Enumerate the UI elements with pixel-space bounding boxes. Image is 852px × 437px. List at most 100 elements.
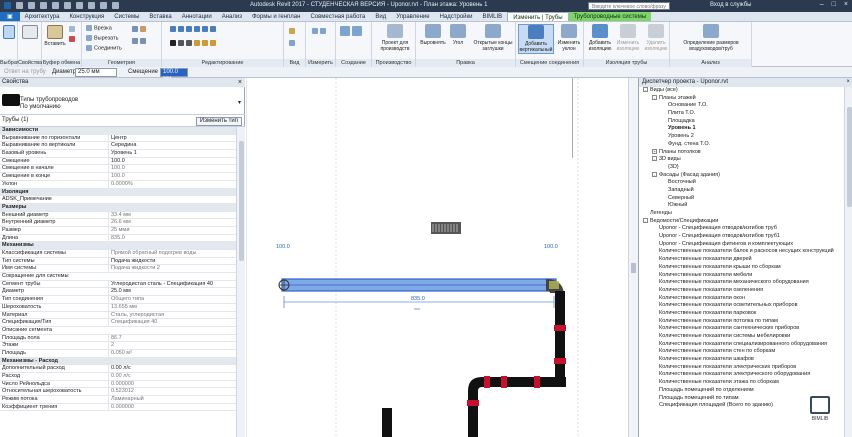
change-slope-button[interactable]: Изменить уклон (556, 24, 582, 52)
browser-item[interactable]: Уровень 1 (639, 125, 844, 133)
3d-view-icon[interactable] (100, 2, 107, 9)
property-group[interactable]: Зависимости (0, 127, 236, 135)
collapse-icon[interactable]: - (652, 156, 657, 162)
browser-item[interactable]: Количественные показатели потолка по тип… (639, 318, 844, 326)
browser-item[interactable]: Плита Т.О. (639, 110, 844, 118)
expand-icon[interactable]: + (652, 148, 657, 154)
tab-8[interactable]: Вид (370, 12, 391, 21)
property-group[interactable]: Изоляция (0, 188, 236, 197)
property-value[interactable]: 100.0 (108, 157, 234, 165)
geometry-join-button[interactable]: Соединить (86, 45, 122, 51)
modify-button[interactable] (2, 25, 16, 41)
tab-1[interactable]: Конструкция (64, 12, 109, 21)
collapse-icon[interactable]: - (643, 217, 648, 223)
minimize-icon[interactable]: – (820, 1, 824, 8)
copy-button[interactable] (69, 26, 77, 32)
offset-input[interactable]: 100.0 мм (160, 68, 188, 82)
stub-pipe[interactable] (382, 408, 392, 437)
justify-button[interactable]: Выровнять (418, 24, 448, 46)
browser-item[interactable]: Количественные показатели системы мебели… (639, 333, 844, 341)
pipe-tag[interactable] (431, 222, 461, 234)
browser-item[interactable]: Уровень 2 (639, 133, 844, 141)
section-icon[interactable] (112, 2, 119, 9)
length-dimension[interactable]: 835.0 (283, 296, 555, 310)
properties-scrollbar[interactable] (236, 127, 245, 437)
lower-pipe[interactable] (482, 376, 566, 388)
browser-item[interactable]: Площадка (639, 118, 844, 126)
save-icon[interactable] (28, 2, 35, 9)
chevron-down-icon[interactable]: ▾ (238, 99, 241, 106)
tab-4[interactable]: Аннотации (177, 12, 217, 21)
lower-elbow[interactable] (467, 377, 482, 437)
property-value[interactable]: Подача жидкости (108, 257, 234, 265)
align-button[interactable] (170, 26, 218, 32)
browser-item[interactable]: Количественные показатели дверей (639, 256, 844, 264)
browser-item[interactable]: Основание Т.О. (639, 102, 844, 110)
maximize-icon[interactable]: □ (832, 1, 836, 8)
browser-item[interactable]: Количественные показатели мебели (639, 272, 844, 280)
browser-item[interactable]: Uponor - Спецификация отводов/изгибов тр… (639, 225, 844, 233)
property-value[interactable]: 0.00 л/с (108, 365, 234, 373)
measure-icon[interactable] (76, 2, 83, 9)
browser-item[interactable]: Количественные показатели окон (639, 295, 844, 303)
property-value[interactable]: Углеродистая сталь - Спецификация 40 (108, 280, 234, 288)
tab-5[interactable]: Анализ (217, 12, 247, 21)
cap-open-ends-button[interactable]: Открытые концы заглушки (472, 24, 514, 52)
hide-button[interactable] (289, 28, 297, 34)
browser-item[interactable]: Количественные показатели озеленения (639, 287, 844, 295)
browser-item[interactable]: Количественные показатели этажа по сборк… (639, 379, 844, 387)
tab-11[interactable]: BIMLIB (478, 12, 508, 21)
collapse-icon[interactable]: - (652, 94, 657, 100)
close-icon[interactable]: × (238, 78, 242, 87)
browser-item[interactable]: Количественные показатели специализирова… (639, 341, 844, 349)
remove-insulation-button[interactable]: Удалить изоляцию (642, 24, 670, 52)
tab-3[interactable]: Вставка (144, 12, 176, 21)
scrollbar-thumb[interactable] (239, 141, 244, 261)
geometry-cut-button[interactable]: Вырезать (86, 35, 118, 41)
angle-button[interactable]: Угол (448, 24, 468, 46)
browser-item[interactable]: Фунд. стена Т.О. (639, 141, 844, 149)
tab-10[interactable]: Надстройки (435, 12, 478, 21)
close-icon[interactable]: × (844, 1, 848, 8)
add-vertical-button[interactable]: Добавить вертикальный (518, 24, 554, 54)
print-icon[interactable] (64, 2, 71, 9)
override-button[interactable] (289, 40, 297, 46)
redo-icon[interactable] (52, 2, 59, 9)
wall-join-button[interactable] (132, 26, 148, 32)
browser-item[interactable]: + Планы потолков (639, 149, 844, 157)
browser-item[interactable]: Количественные показатели парковок (639, 310, 844, 318)
properties-button[interactable] (22, 25, 38, 41)
undo-icon[interactable] (40, 2, 47, 9)
browser-item[interactable]: Площадь помещений по отделениям (639, 387, 844, 395)
pipe-elbow[interactable] (546, 279, 564, 293)
tab-13[interactable]: Трубопроводные системы (568, 12, 652, 21)
property-value[interactable]: 25.0 мм (108, 288, 234, 296)
browser-item[interactable]: - Виды (все) (639, 87, 844, 95)
selected-pipe[interactable] (278, 278, 557, 292)
add-insulation-button[interactable]: Добавить изоляцию (586, 24, 614, 52)
vertical-pipe[interactable] (554, 291, 566, 377)
property-group[interactable]: Механизмы (0, 242, 236, 250)
browser-item[interactable]: Южный (639, 202, 844, 210)
browser-item[interactable]: Количественные показатели балок и раскос… (639, 248, 844, 256)
tab-file[interactable]: ▣ (0, 12, 20, 21)
tab-12[interactable]: Изменить | Трубы (507, 12, 569, 21)
dim-offset-left[interactable]: 100.0 (276, 244, 290, 250)
drawing-canvas[interactable]: 100.0 100.0 835.0 (246, 78, 638, 437)
geometry-cope-button[interactable]: Врезка (86, 25, 112, 31)
dim-offset-right[interactable]: 100.0 (544, 244, 558, 250)
sign-in-link[interactable]: Вход в службы (710, 2, 752, 8)
browser-item[interactable]: Количественные показатели механического … (639, 279, 844, 287)
browser-item[interactable]: - Ведомости/Спецификации (639, 218, 844, 226)
property-group[interactable]: Размеры (0, 203, 236, 212)
browser-item[interactable]: Легенды (639, 210, 844, 218)
browser-item[interactable]: - Планы этажей (639, 95, 844, 103)
browser-item[interactable]: Количественные показатели крыши по сборк… (639, 264, 844, 272)
type-selector[interactable]: Типы трубопроводов По умолчанию ▾ (0, 87, 245, 115)
browser-item[interactable]: -3D виды (639, 156, 844, 164)
diameter-select[interactable]: 25.0 мм (75, 68, 117, 77)
dim-length[interactable]: 835.0 (411, 296, 425, 302)
edit-insulation-button[interactable]: Изменить изоляцию (614, 24, 642, 52)
text-icon[interactable] (88, 2, 95, 9)
edit-type-button[interactable]: Изменить тип (195, 117, 242, 126)
